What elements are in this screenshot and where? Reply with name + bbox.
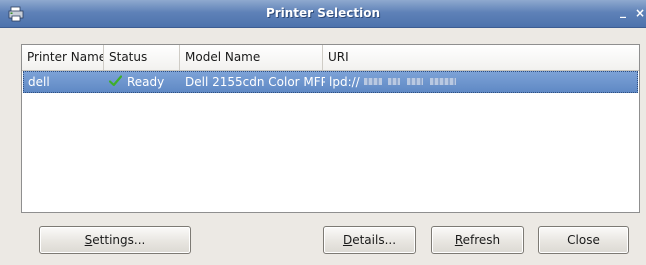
column-header-model-name[interactable]: Model Name xyxy=(180,45,323,70)
close-button[interactable]: Close xyxy=(538,226,629,254)
minimize-button[interactable]: _ xyxy=(617,4,629,18)
redacted-address-block xyxy=(363,78,382,85)
title-bar[interactable]: Printer Selection _ × xyxy=(0,0,646,28)
refresh-mnemonic: R xyxy=(454,233,463,247)
settings-button[interactable]: Settings... xyxy=(39,226,191,254)
column-header-status[interactable]: Status xyxy=(104,45,180,70)
details-button[interactable]: Details... xyxy=(323,226,416,254)
refresh-button[interactable]: Refresh xyxy=(431,226,524,254)
column-header-uri[interactable]: URI xyxy=(323,45,639,70)
uri-cell: lpd:// xyxy=(329,71,629,93)
redacted-address-block xyxy=(388,78,401,85)
printer-selection-window: Printer Selection _ × Printer Name Statu… xyxy=(0,0,646,265)
column-header-row: Printer Name Status Model Name URI xyxy=(22,45,639,71)
status-text: Ready xyxy=(127,75,165,89)
details-mnemonic: D xyxy=(342,233,353,247)
status-cell: Ready xyxy=(109,71,181,93)
printer-name-cell: dell xyxy=(28,75,50,89)
uri-prefix: lpd:// xyxy=(329,75,360,89)
checkmark-icon xyxy=(109,75,122,87)
redacted-address-block xyxy=(407,78,424,85)
model-name-cell: Dell 2155cdn Color MFP xyxy=(185,75,325,89)
redacted-address-block xyxy=(430,78,457,85)
details-label: etails... xyxy=(352,233,397,247)
window-title: Printer Selection xyxy=(265,6,381,20)
close-window-button[interactable]: × xyxy=(634,6,646,20)
printer-list[interactable]: Printer Name Status Model Name URI dell … xyxy=(21,44,640,213)
refresh-label: efresh xyxy=(462,233,501,247)
table-row[interactable]: dell Ready Dell 2155cdn Color MFP lpd:// xyxy=(23,71,638,93)
column-header-printer-name[interactable]: Printer Name xyxy=(22,45,104,70)
settings-label: ettings... xyxy=(92,233,146,247)
